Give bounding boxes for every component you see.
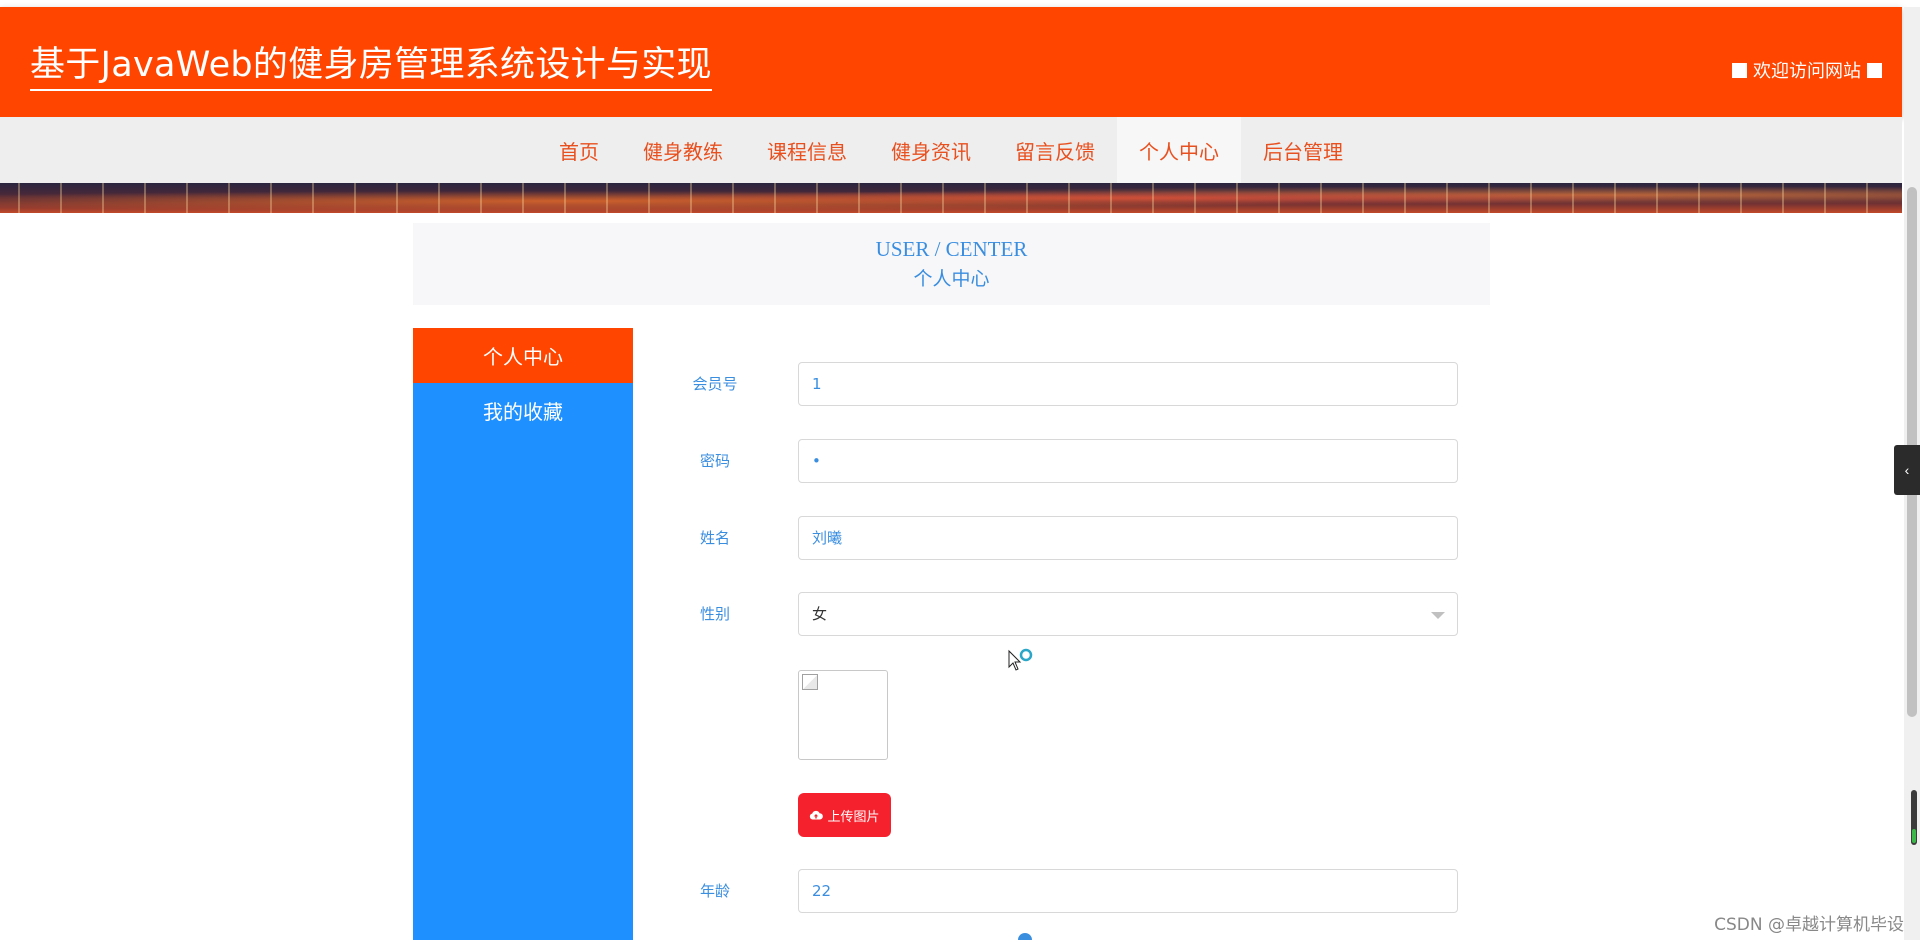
radio-dot-icon [1018, 933, 1032, 940]
square-icon [1867, 62, 1882, 78]
floating-progress-widget[interactable] [1911, 790, 1917, 845]
gender-selected-value: 女 [812, 605, 828, 623]
main-nav: 首页 健身教练 课程信息 健身资讯 留言反馈 个人中心 后台管理 [0, 117, 1902, 183]
top-strip [0, 0, 1920, 7]
sidebar-item-user-center[interactable]: 个人中心 [413, 328, 633, 383]
sidebar-item-favorites[interactable]: 我的收藏 [413, 383, 633, 438]
chevron-left-icon: ‹ [1904, 462, 1910, 478]
avatar-preview [798, 670, 888, 760]
member-no-label: 会员号 [692, 375, 738, 393]
nav-item-coaches[interactable]: 健身教练 [621, 117, 745, 183]
city-banner-image [0, 183, 1902, 213]
age-label: 年龄 [699, 882, 730, 900]
collapse-panel-button[interactable]: ‹ [1894, 445, 1920, 495]
user-sidebar: 个人中心 我的收藏 [413, 328, 633, 940]
name-label: 姓名 [699, 529, 730, 547]
password-input[interactable]: • [798, 439, 1458, 483]
name-input[interactable]: 刘曦 [798, 516, 1458, 560]
nav-item-user-center[interactable]: 个人中心 [1117, 117, 1241, 183]
upload-button-label: 上传图片 [827, 809, 880, 825]
password-label: 密码 [699, 452, 730, 470]
nav-item-home[interactable]: 首页 [537, 117, 621, 183]
page-heading: USER / CENTER 个人中心 [413, 223, 1490, 305]
upload-image-button[interactable]: 上传图片 [798, 793, 891, 837]
busy-cursor-icon [1008, 648, 1033, 671]
form-row-gender: 性别 女 [680, 592, 1460, 636]
welcome-text: 欢迎访问网站 [1753, 61, 1861, 81]
member-no-input[interactable]: 1 [798, 362, 1458, 406]
broken-image-icon [802, 674, 818, 690]
nav-item-news[interactable]: 健身资讯 [869, 117, 993, 183]
site-title[interactable]: 基于JavaWeb的健身房管理系统设计与实现 [30, 43, 712, 91]
gender-label: 性别 [699, 605, 730, 623]
form-row-name: 姓名 刘曦 [680, 516, 1460, 560]
cloud-upload-icon [810, 810, 824, 820]
banner-lights [0, 183, 1902, 213]
form-row-age: 年龄 22 [680, 869, 1460, 913]
form-row-password: 密码 • [680, 439, 1460, 483]
chevron-down-icon [1431, 612, 1445, 619]
nav-item-admin[interactable]: 后台管理 [1241, 117, 1365, 183]
page-title-cn: 个人中心 [913, 268, 990, 290]
square-icon [1732, 62, 1747, 78]
page-title-en: USER / CENTER [875, 237, 1028, 261]
nav-item-courses[interactable]: 课程信息 [745, 117, 869, 183]
nav-item-feedback[interactable]: 留言反馈 [993, 117, 1117, 183]
age-input[interactable]: 22 [798, 869, 1458, 913]
form-row-member-no: 会员号 1 [680, 362, 1460, 406]
site-header: 基于JavaWeb的健身房管理系统设计与实现 欢迎访问网站 [0, 7, 1902, 117]
csdn-watermark: CSDN @卓越计算机毕设 [1714, 915, 1904, 935]
gender-select[interactable]: 女 [798, 592, 1458, 636]
welcome-banner: 欢迎访问网站 [1732, 57, 1882, 83]
